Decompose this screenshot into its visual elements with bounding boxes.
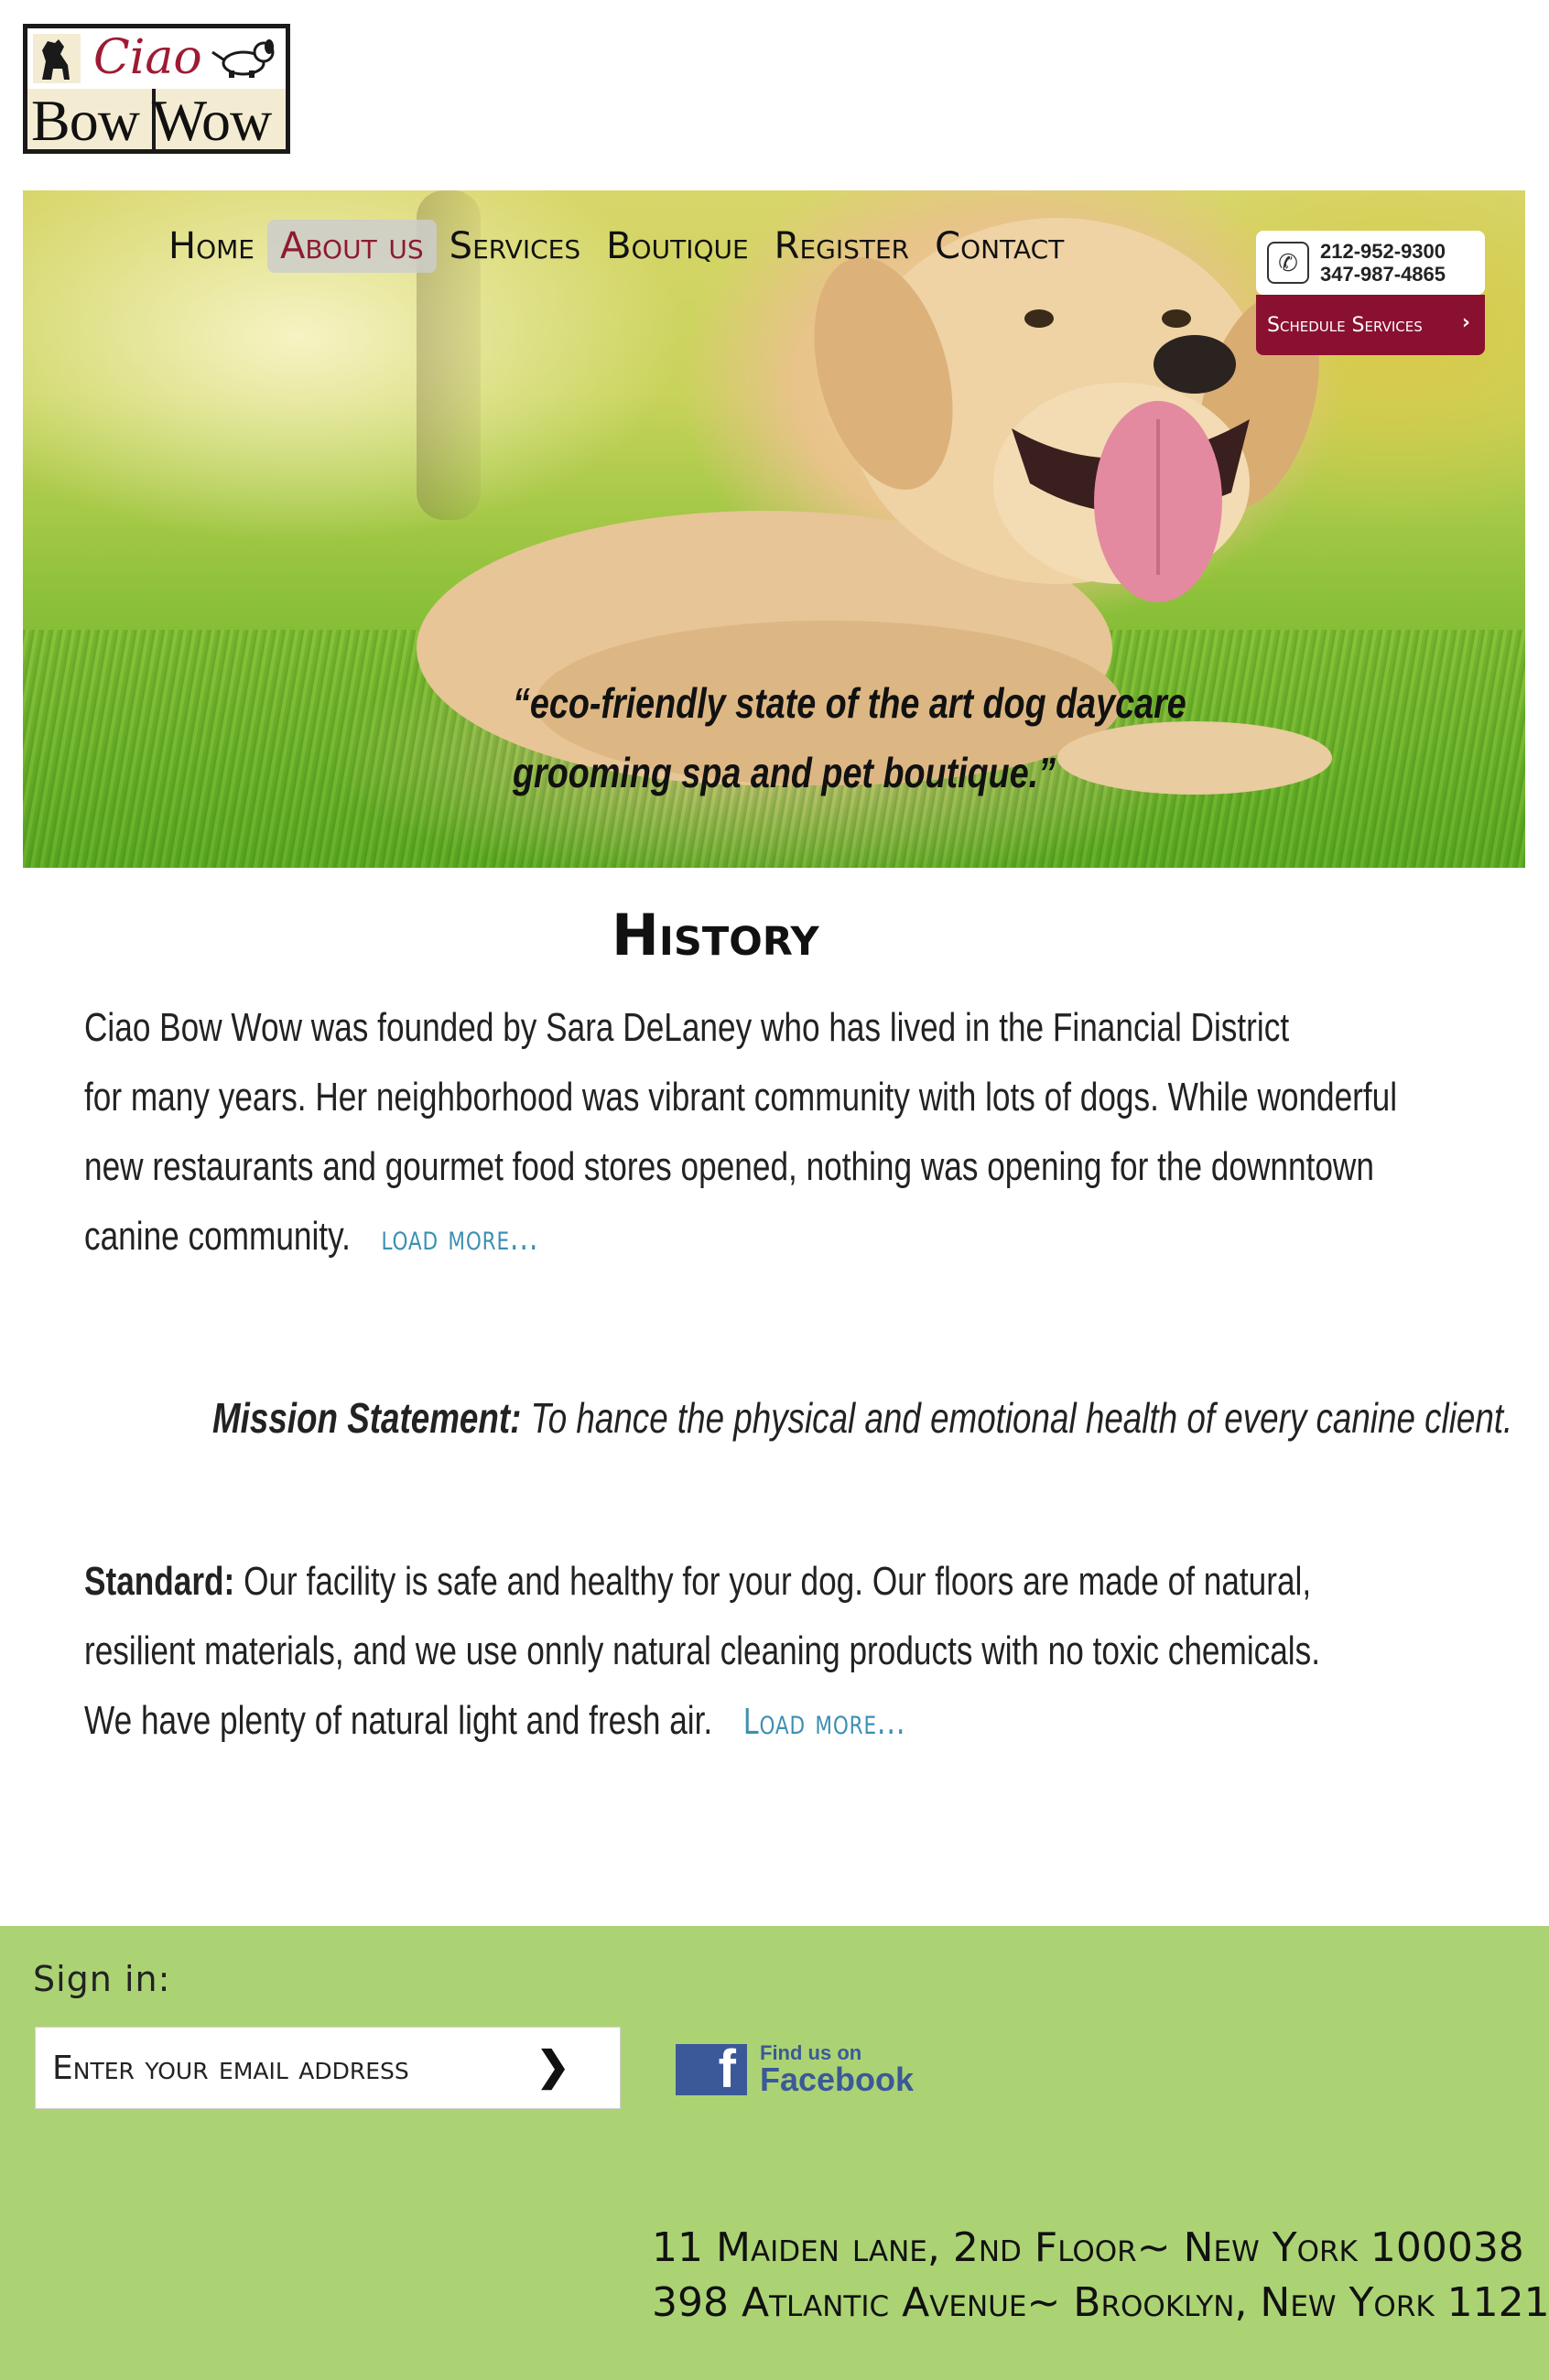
chevron-right-icon: › <box>1461 311 1470 334</box>
nav-boutique[interactable]: Boutique <box>593 220 762 273</box>
dog-silhouette-icon <box>33 34 81 83</box>
nav-about-us[interactable]: About us <box>266 220 437 273</box>
standard-label: Standard: <box>84 1559 235 1604</box>
standard-line-2: resilient materials, and we use onnly na… <box>84 1628 1321 1673</box>
email-input[interactable] <box>36 2028 548 2108</box>
standard-text: Standard: Our facility is safe and healt… <box>84 1547 1320 1757</box>
facebook-name-text: Facebook <box>760 2061 915 2098</box>
arrow-right-icon: ❯ <box>536 2044 570 2089</box>
email-signin-form: ❯ <box>35 2027 621 2109</box>
mission-label: Mission Statement: <box>212 1394 522 1442</box>
phone-number-1[interactable]: 212-952-9300 <box>1320 240 1446 263</box>
mission-text: To hance the physical and emotional heal… <box>530 1394 1513 1442</box>
signin-label: Sign in: <box>33 1959 171 1999</box>
address-line-2: 398 Atlantic Avenue~ Brooklyn, New York … <box>652 2279 1549 2326</box>
facebook-icon: f <box>676 2044 747 2095</box>
phone-number-2[interactable]: 347-987-4865 <box>1320 263 1446 286</box>
history-text: Ciao Bow Wow was founded by Sara DeLaney… <box>84 993 1397 1272</box>
hero-quote-line-2: grooming spa and pet boutique.” <box>513 749 1056 796</box>
nav-services[interactable]: Services <box>437 220 593 273</box>
phone-icon: ✆ <box>1267 242 1309 284</box>
address-line-1: 11 Maiden lane, 2nd Floor~ New York 1000… <box>652 2224 1524 2271</box>
nav-contact[interactable]: Contact <box>922 220 1077 273</box>
nav-register[interactable]: Register <box>762 220 922 273</box>
hero-quote: “eco-friendly state of the art dog dayca… <box>513 668 1186 807</box>
history-line-3: new restaurants and gourmet food stores … <box>84 1144 1374 1189</box>
history-title: History <box>612 902 819 968</box>
schedule-services-label: Schedule Services <box>1267 313 1423 337</box>
history-line-2: for many years. Her neighborhood was vib… <box>84 1075 1398 1120</box>
submit-arrow-button[interactable]: ❯ <box>532 2046 574 2088</box>
logo-bow-wow-text: Bow Wow <box>31 88 272 153</box>
hero-quote-line-1: “eco-friendly state of the art dog dayca… <box>513 679 1186 727</box>
logo[interactable]: Ciao Bow Wow <box>23 24 290 154</box>
history-line-4: canine community. <box>84 1214 351 1259</box>
nav-home[interactable]: Home <box>156 220 267 273</box>
standard-line-1: Our facility is safe and healthy for you… <box>244 1559 1312 1604</box>
facebook-link[interactable]: f Find us on Facebook <box>676 2043 914 2096</box>
puppy-icon <box>211 39 275 78</box>
schedule-services-button[interactable]: Schedule Services › <box>1256 295 1485 355</box>
logo-ciao-text: Ciao <box>93 30 202 85</box>
standard-line-3: We have plenty of natural light and fres… <box>84 1698 713 1743</box>
phone-box: ✆ 212-952-9300 347-987-4865 <box>1256 231 1485 295</box>
main-nav: Home About us Services Boutique Register… <box>156 220 1077 273</box>
history-line-1: Ciao Bow Wow was founded by Sara DeLaney… <box>84 1005 1290 1050</box>
standard-load-more-link[interactable]: Load more... <box>743 1702 906 1742</box>
history-load-more-link[interactable]: load more... <box>381 1217 538 1258</box>
mission-statement: Mission Statement: To hance the physical… <box>212 1393 1512 1443</box>
